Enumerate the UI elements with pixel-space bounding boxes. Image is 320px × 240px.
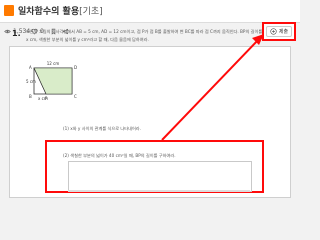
red-arrow-annotation xyxy=(161,34,264,141)
